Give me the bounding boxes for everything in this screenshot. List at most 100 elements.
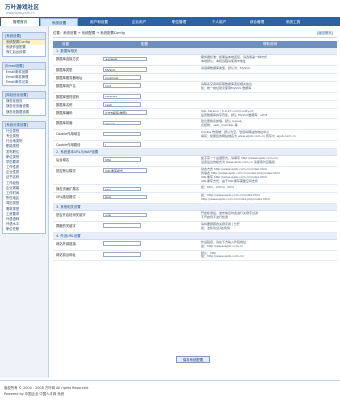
setting-row: 数据库用户名 root 请联系空间商获取数据库连接相关信息 如：统一地址建议使用MyS…: [53, 82, 337, 93]
setting-row: 网站外部链接 外设链接，请在下方输入外链地址 如：http://www.wjob.c…: [53, 240, 337, 251]
setting-help: 默认：http 如：http://www.wjob.com.cn/: [201, 251, 245, 260]
setting-label: 数据库类型: [56, 67, 73, 72]
setting-row: Cookie作用域名 Cookie 作用域：默认为空，当您将网站的地址中心 填写：如…: [53, 130, 337, 141]
sidebar-item[interactable]: 商汇后台设置: [3, 50, 45, 55]
nav-tab[interactable]: 企业用户: [120, 18, 158, 26]
setting-label: 数据库登陆密码: [56, 94, 80, 99]
site-url: www.wjob.com.cn: [6, 11, 35, 15]
setting-label: 后台域名: [56, 157, 70, 162]
setting-row: 数据库类型 MySQL 请选择数据库类型，默认为：MySQL: [53, 66, 337, 74]
sidebar: [系统设置] 系统配置Config 系统作品配置 商汇后台设置 [Email设置] Ema…: [0, 26, 49, 378]
save-config-button[interactable]: 保存系统配置: [176, 356, 210, 363]
setting-row: Cookie作用路径 /: [53, 141, 337, 149]
help-line: 本地默认：本机远程请使用IP地址: [201, 58, 246, 63]
nav-tab[interactable]: 系统设置: [40, 18, 78, 26]
section-title: 2. 系统基本URL与WAP设置: [53, 148, 337, 156]
nav-tab[interactable]: 综合管理: [238, 18, 276, 26]
setting-select[interactable]: 路径: [103, 194, 147, 200]
setting-input[interactable]: ********: [103, 94, 141, 99]
setting-label: Cookie作用路径: [56, 142, 81, 147]
setting-label: 静态页面扩展名: [56, 187, 80, 192]
help-line: 表结构：user_member 等: [201, 123, 238, 128]
setting-label: 数据库前缀: [56, 121, 73, 126]
help-line: 设置数据库的字符集，默认 MySQL数据库：utf-8: [201, 112, 268, 117]
back-home-link[interactable]: [返回首页]: [317, 29, 333, 37]
setting-input[interactable]: /: [103, 142, 141, 147]
setting-input[interactable]: htm: [103, 186, 141, 192]
breadcrumb: 位置：系统设置 → 系统配置 → 系统配置Config [返回首页]: [53, 29, 337, 38]
setting-input[interactable]: [103, 252, 141, 257]
setting-label: 网站外部链接: [56, 241, 76, 246]
setting-input[interactable]: http: [103, 157, 141, 162]
setting-label: 数据库名称: [56, 102, 73, 107]
main-panel: 位置：系统设置 → 系统配置 → 系统配置Config [返回首页] 设置 配置…: [53, 29, 337, 262]
setting-help: 请将要屏蔽的关键字用 | 分开 如：法轮功|反动|色情: [201, 222, 240, 231]
setting-row: 网站前台网址 默认：http 如：http://www.wjob.com.cn/: [53, 251, 337, 262]
setting-input[interactable]: localhost: [103, 75, 141, 80]
help-line: 如：htm、shtml、html: [201, 185, 235, 190]
sidebar-item[interactable]: 静态化数据设置: [3, 110, 45, 115]
setting-label: 是否开启检测关键字: [56, 213, 86, 218]
setting-row: 是否开启检测关键字 关闭 开启检测后，发布信息时会进行关键字过滤 不开启则不进行检测: [53, 211, 337, 222]
help-line: 如：http://www.wjob.com.cn/: [201, 254, 245, 259]
setting-input[interactable]: jopsek_: [103, 120, 141, 126]
setting-label: 是否默认模式: [56, 168, 76, 173]
col-header-item: 设置: [62, 42, 69, 46]
setting-help: 外设链接，请在下方输入外链地址 如：http://www.wjob.com.cn: [201, 240, 246, 249]
setting-row: URL路径格式 路径 如：http://www.wjob.com.cn/index.…: [53, 193, 337, 205]
setting-row: 数据库服务器地址 localhost: [53, 74, 337, 82]
setting-help: 如不写一个后缀形式，请填写 http://www.wjob.com.cn/设置后…: [201, 156, 278, 165]
footer: 版权所有 © 2004 - 2008 万叶网 All rights Reserv…: [0, 380, 340, 401]
nav-tab[interactable]: 用户和设置: [80, 18, 118, 26]
help-line: 如：统一地址建议使用MySQL 数据库: [201, 85, 252, 90]
setting-help: 请联系空间商获取数据库连接相关信息 如：统一地址建议使用MySQL 数据库: [201, 82, 252, 91]
setting-help: 动态方式 http://www.wjob.com.cn/index.html 伪静…: [201, 167, 280, 184]
powered-by-text: Powered by 中国企业 中国人才网 系统: [4, 392, 65, 396]
breadcrumb-text: 位置：系统设置 → 系统配置 → 系统配置Config: [53, 31, 125, 35]
settings-form: 1. 数据库相关 数据库连接方式 本机数据 服务器标准：如果是本地连接，请选用第一种方…: [53, 48, 337, 262]
help-line: 不开启则不进行检测: [201, 215, 229, 220]
section-title: 3. 其他相关设置: [53, 204, 337, 212]
setting-select[interactable]: URL重写模式: [103, 168, 147, 173]
help-line: 如：法轮功|反动|色情: [201, 225, 231, 230]
site-logo[interactable]: 万叶游戏社区: [5, 3, 39, 11]
table-header: 设置 配置 帮助说明: [53, 41, 337, 48]
col-header-help: 帮助说明: [263, 42, 277, 46]
setting-input[interactable]: [103, 241, 141, 246]
sidebar-group-title[interactable]: [系统分类设置]: [3, 121, 45, 129]
sidebar-group: [系统分类设置] 行业类别 专业类别 行业地类别 职能类别 发布职位 职位类别 学历要求 工作性…: [2, 120, 46, 234]
section-title: 1. 数据库相关: [53, 48, 337, 55]
help-line: 填写：如果您的网站域名为 www.wjob.com.cn 则写为 .wjob.c…: [201, 134, 296, 139]
setting-label: 数据库用户名: [56, 83, 76, 88]
setting-row: 数据库名称 cash: [53, 101, 337, 109]
setting-row: 数据库连接方式 本机数据 服务器标准：如果是本地连接，请选用第一种方式 本地默认：本机…: [53, 55, 337, 66]
top-nav: 管理首页 系统设置 用户和设置 企业用户 职位管理 个人用户 综合管理 系统工具: [0, 17, 340, 26]
setting-input[interactable]: [103, 223, 141, 228]
setting-select[interactable]: 本机数据: [103, 56, 147, 61]
setting-row: 屏蔽的关键字 请将要屏蔽的关键字用 | 分开 如：法轮功|反动|色情: [53, 222, 337, 233]
setting-label: 数据库连接方式: [56, 57, 80, 61]
sidebar-group-title[interactable]: [Email设置]: [3, 62, 45, 70]
nav-tab[interactable]: 管理首页: [1, 18, 39, 26]
sidebar-item[interactable]: Email邮件记录: [3, 80, 45, 85]
nav-tab[interactable]: 职位管理: [160, 18, 198, 26]
setting-row: 是否默认模式 URL重写模式 动态方式 http://www.wjob.com.cn…: [53, 167, 337, 186]
setting-input[interactable]: root: [103, 83, 141, 88]
setting-help: SQL Version : 5.0.27-community-nt 设置数据库的字…: [201, 109, 268, 118]
copyright-text: 版权所有 © 2004 - 2008 万叶网 All rights Reserv…: [4, 386, 90, 390]
setting-help: 如：htm、shtml、html: [201, 185, 235, 190]
help-line: 如：http://www.wjob.com.cn: [201, 243, 244, 248]
nav-tab[interactable]: 个人用户: [200, 18, 238, 26]
nav-tab[interactable]: 系统工具: [274, 18, 312, 26]
sidebar-group-title[interactable]: [网站优化设置]: [3, 92, 45, 100]
sidebar-group-title[interactable]: [系统设置]: [3, 33, 45, 40]
section-title: 4. 外设URL设置: [53, 232, 337, 240]
setting-select[interactable]: 关闭: [103, 212, 147, 218]
setting-select[interactable]: UTF8编码(推荐): [103, 110, 147, 115]
sidebar-item[interactable]: 职位任职: [3, 227, 45, 232]
setting-select[interactable]: MySQL: [103, 67, 147, 72]
setting-help: 请选择数据库类型，默认为：MySQL: [201, 66, 250, 71]
setting-input[interactable]: [103, 131, 141, 137]
setting-label: 数据库服务器地址: [56, 75, 83, 80]
setting-input[interactable]: cash: [103, 102, 141, 107]
